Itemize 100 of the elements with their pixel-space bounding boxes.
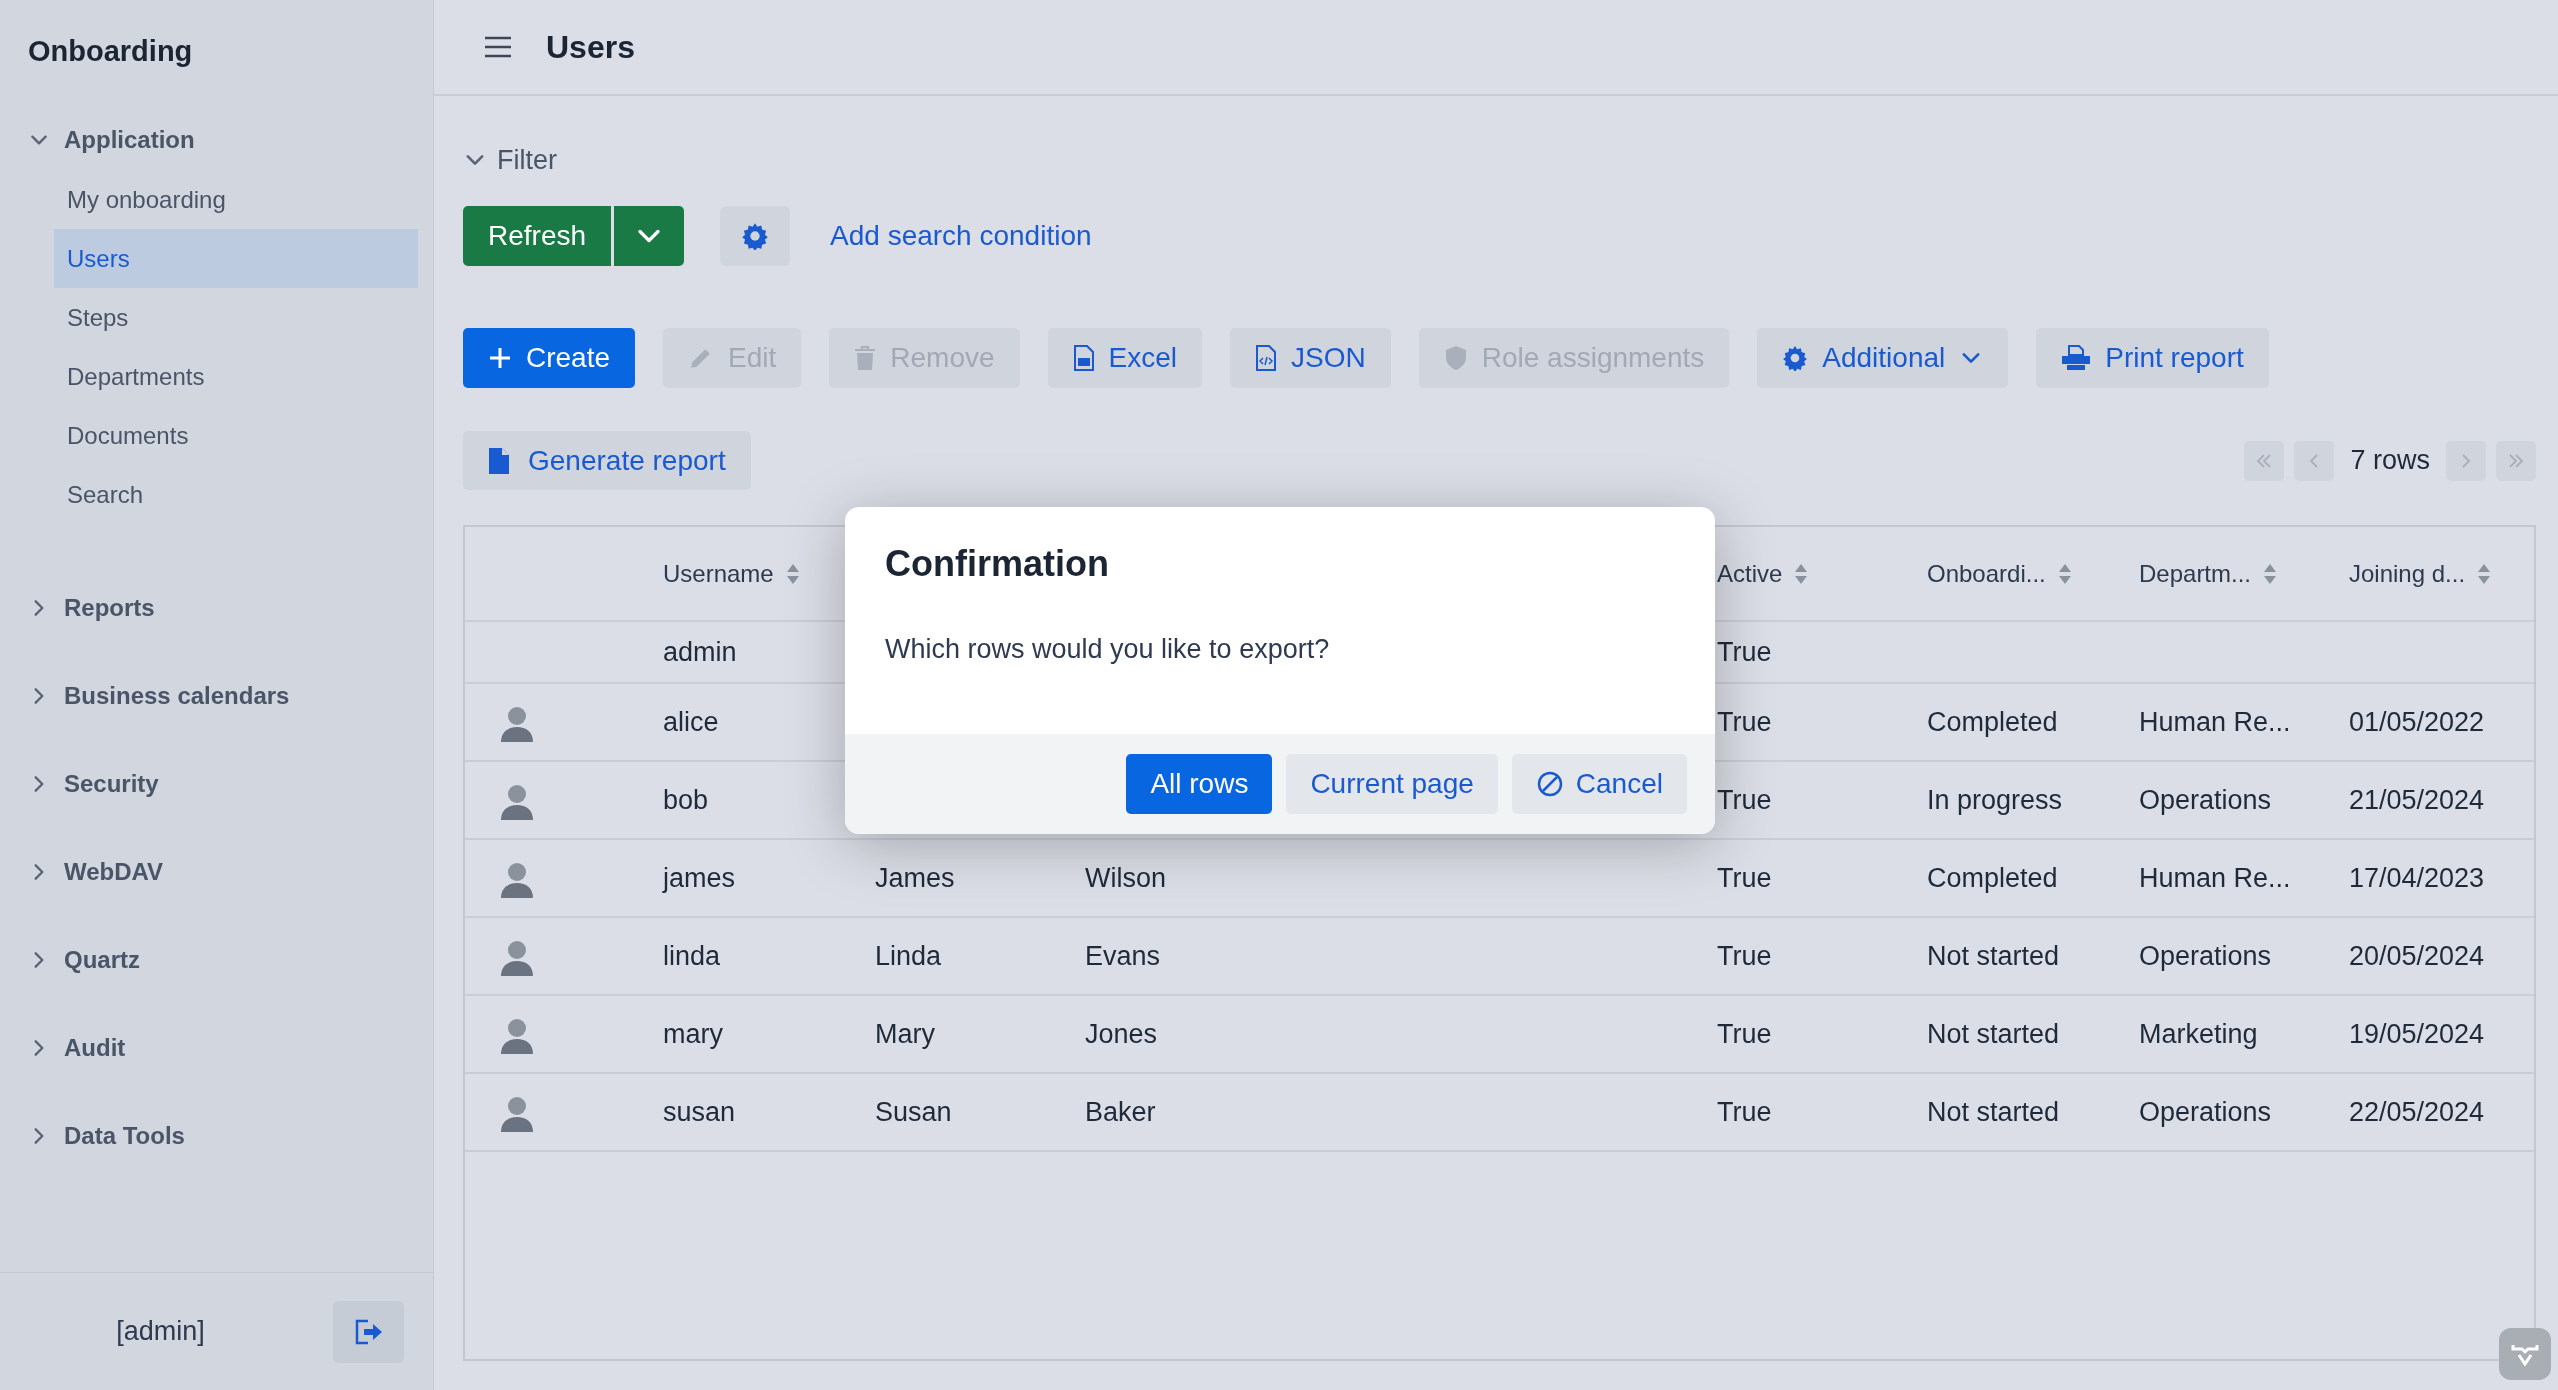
toolbar-button[interactable]: Excel: [1047, 328, 1203, 388]
table-cell-text: Linda: [875, 939, 942, 973]
toolbar-button[interactable]: Additional: [1757, 328, 2009, 388]
table-cell-text: Human Re...: [2139, 705, 2291, 739]
printer-icon: [2061, 345, 2092, 371]
table-cell-text: Operations: [2139, 939, 2272, 973]
dialog-button[interactable]: Cancel: [1511, 754, 1687, 814]
table-cell-text: 22/05/2024: [2349, 1095, 2485, 1129]
table-cell-text: mary: [663, 1017, 723, 1051]
nav-group[interactable]: Application: [0, 110, 433, 170]
dialog-title: Confirmation: [885, 542, 1110, 586]
table-cell-text: 17/04/2023: [2349, 861, 2485, 895]
column-header[interactable]: Joining d...: [2349, 555, 2492, 592]
generate-report-button[interactable]: Generate report: [463, 431, 751, 490]
table-cell-text: 20/05/2024: [2349, 939, 2485, 973]
table-cell-text: Human Re...: [2139, 861, 2291, 895]
table-cell-text: True: [1717, 783, 1772, 817]
table-cell-text: Wilson: [1085, 861, 1166, 895]
table-cell-text: linda: [663, 939, 721, 973]
column-header[interactable]: Onboardi...: [1927, 555, 2072, 592]
table-cell-text: 21/05/2024: [2349, 783, 2485, 817]
table-cell-text: Susan: [875, 1095, 952, 1129]
table-cell-text: True: [1717, 939, 1772, 973]
dialog-button[interactable]: All rows: [1126, 754, 1273, 814]
table-cell-text: bob: [663, 783, 709, 817]
settings-icon: [741, 222, 770, 250]
row-count: 7 rows: [2349, 444, 2431, 478]
table-cell-text: Baker: [1085, 1095, 1156, 1129]
menu-icon: [484, 36, 512, 58]
gear-icon: [1782, 345, 1809, 371]
last-page-button[interactable]: [2496, 440, 2536, 481]
nav-item[interactable]: Documents: [54, 406, 418, 465]
toolbar-button[interactable]: JSON: [1230, 328, 1391, 388]
sort-icon: [2057, 562, 2072, 585]
sort-icon: [785, 562, 800, 585]
table-cell-text: james: [663, 861, 736, 895]
menu-button[interactable]: [484, 36, 512, 58]
nav-group[interactable]: Security: [0, 740, 433, 828]
filter-toggle[interactable]: Filter: [463, 142, 557, 178]
toolbar-button[interactable]: Create: [463, 328, 636, 388]
table-cell-text: Not started: [1927, 1095, 2060, 1129]
refresh-button[interactable]: Refresh: [463, 206, 612, 266]
table-cell-text: True: [1717, 1017, 1772, 1051]
table-cell-text: Marketing: [2139, 1017, 2258, 1051]
table-cell-text: Not started: [1927, 1017, 2060, 1051]
table-cell-text: admin: [663, 635, 737, 669]
nav-item[interactable]: Users: [54, 229, 418, 288]
table-cell-text: Operations: [2139, 783, 2272, 817]
table-cell-text: In progress: [1927, 783, 2063, 817]
refresh-options-button[interactable]: [614, 206, 685, 266]
nav-group[interactable]: Quartz: [0, 916, 433, 1004]
nav-item[interactable]: My onboarding: [54, 170, 418, 229]
dialog-message: Which rows would you like to export?: [885, 633, 1331, 666]
table-cell-text: True: [1717, 635, 1772, 669]
toolbar-button[interactable]: Print report: [2036, 328, 2269, 388]
table-cell-text: Jones: [1085, 1017, 1158, 1051]
nav-item[interactable]: Departments: [54, 347, 418, 406]
table-cell-text: Operations: [2139, 1095, 2272, 1129]
table-cell-text: Not started: [1927, 939, 2060, 973]
sort-icon: [2263, 562, 2278, 585]
settings-button[interactable]: [720, 206, 791, 266]
badge-icon[interactable]: [2499, 1328, 2551, 1380]
previous-page-button[interactable]: [2294, 440, 2335, 481]
table-cell-text: Evans: [1085, 939, 1161, 973]
table-cell-text: True: [1717, 705, 1772, 739]
shield-icon: [1443, 345, 1468, 371]
nav-item[interactable]: Steps: [54, 288, 418, 347]
sort-icon: [1794, 562, 1809, 585]
add-search-condition-link[interactable]: Add search condition: [830, 215, 1092, 257]
logout-icon: [353, 1318, 384, 1345]
next-page-button[interactable]: [2446, 440, 2486, 481]
first-page-button[interactable]: [2244, 440, 2285, 481]
table-cell-text: 01/05/2022: [2349, 705, 2485, 739]
column-header[interactable]: Active: [1717, 555, 1809, 592]
table-cell-text: True: [1717, 1095, 1772, 1129]
cancel-icon: [1535, 770, 1564, 798]
nav-group[interactable]: WebDAV: [0, 828, 433, 916]
column-header[interactable]: Username: [663, 555, 800, 592]
nav-item[interactable]: Search: [54, 465, 418, 524]
column-header[interactable]: Departm...: [2139, 555, 2278, 592]
logout-button[interactable]: [333, 1300, 404, 1363]
code-file-icon: [1255, 345, 1278, 371]
app-title: Onboarding: [27, 34, 194, 69]
table-cell-text: 19/05/2024: [2349, 1017, 2485, 1051]
nav-group[interactable]: Audit: [0, 1004, 433, 1092]
table-cell-text: susan: [663, 1095, 736, 1129]
plus-icon: [488, 346, 512, 370]
table-cell-text: alice: [663, 705, 719, 739]
file-icon: [488, 446, 510, 475]
page-title: Users: [546, 28, 635, 67]
trash-icon: [854, 345, 877, 371]
nav-group[interactable]: Data Tools: [0, 1092, 433, 1180]
table-cell-text: Completed: [1927, 861, 2058, 895]
nav-group[interactable]: Reports: [0, 564, 433, 652]
username-label: [admin]: [115, 1315, 206, 1349]
nav-group[interactable]: Business calendars: [0, 652, 433, 740]
dialog-button[interactable]: Current page: [1286, 754, 1498, 814]
spreadsheet-file-icon: [1072, 345, 1095, 371]
table-cell-text: True: [1717, 861, 1772, 895]
table-cell-text: Mary: [875, 1017, 935, 1051]
